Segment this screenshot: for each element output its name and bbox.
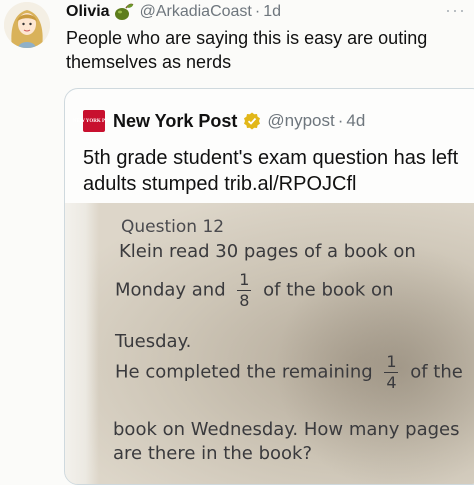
olive-emoji-icon — [112, 2, 134, 22]
tweet-text: People who are saying this is easy are o… — [66, 28, 428, 72]
quote-author-handle[interactable]: @nypost — [267, 111, 334, 131]
question-text: of the — [410, 361, 463, 383]
tweet-timestamp[interactable]: 1d — [263, 3, 281, 21]
question-text: of the book on — [263, 279, 394, 301]
quote-timestamp[interactable]: 4d — [346, 111, 365, 131]
quote-header: NEW YORK POST New York Post @nypost · 4d — [73, 109, 365, 133]
quote-separator-dot: · — [337, 111, 344, 130]
question-line: Klein read 30 pages of a book on — [119, 241, 416, 262]
separator-dot: · — [254, 3, 261, 20]
fraction-denominator: 8 — [239, 291, 250, 310]
question-line: are there in the book? — [113, 443, 312, 464]
quoted-tweet-card[interactable]: NEW YORK POST New York Post @nypost · 4d… — [64, 88, 474, 485]
question-line: He completed the remaining 1 4 of the — [115, 353, 463, 392]
fraction-denominator: 4 — [386, 373, 397, 392]
fraction-numerator: 1 — [239, 270, 250, 289]
quote-text: 5th grade student's exam question has le… — [83, 147, 459, 195]
question-text: Monday and — [115, 279, 226, 301]
photo-margin — [65, 203, 99, 484]
fraction-one-quarter: 1 4 — [384, 352, 399, 392]
avatar[interactable] — [4, 2, 50, 48]
question-text: He completed the remaining — [115, 361, 373, 383]
quote-author-name[interactable]: New York Post — [113, 111, 237, 132]
question-line: Monday and 1 8 of the book on — [115, 271, 393, 310]
more-options-icon[interactable]: ··· — [445, 0, 466, 21]
tweet-header: Olivia @ArkadiaCoast · 1d — [66, 0, 281, 24]
author-handle[interactable]: @ArkadiaCoast — [140, 3, 252, 21]
fraction-numerator: 1 — [386, 352, 397, 371]
fraction-one-eighth: 1 8 — [237, 270, 252, 310]
exam-photo[interactable]: Question 12 Klein read 30 pages of a boo… — [65, 203, 474, 484]
nypost-logo-icon: NEW YORK POST — [73, 110, 115, 132]
avatar-illustration — [4, 2, 50, 48]
question-line: Tuesday. — [115, 331, 192, 352]
gold-verified-badge-icon — [243, 112, 261, 130]
author-name[interactable]: Olivia — [66, 3, 110, 21]
question-line: book on Wednesday. How many pages — [113, 419, 460, 440]
question-title: Question 12 — [121, 217, 225, 237]
